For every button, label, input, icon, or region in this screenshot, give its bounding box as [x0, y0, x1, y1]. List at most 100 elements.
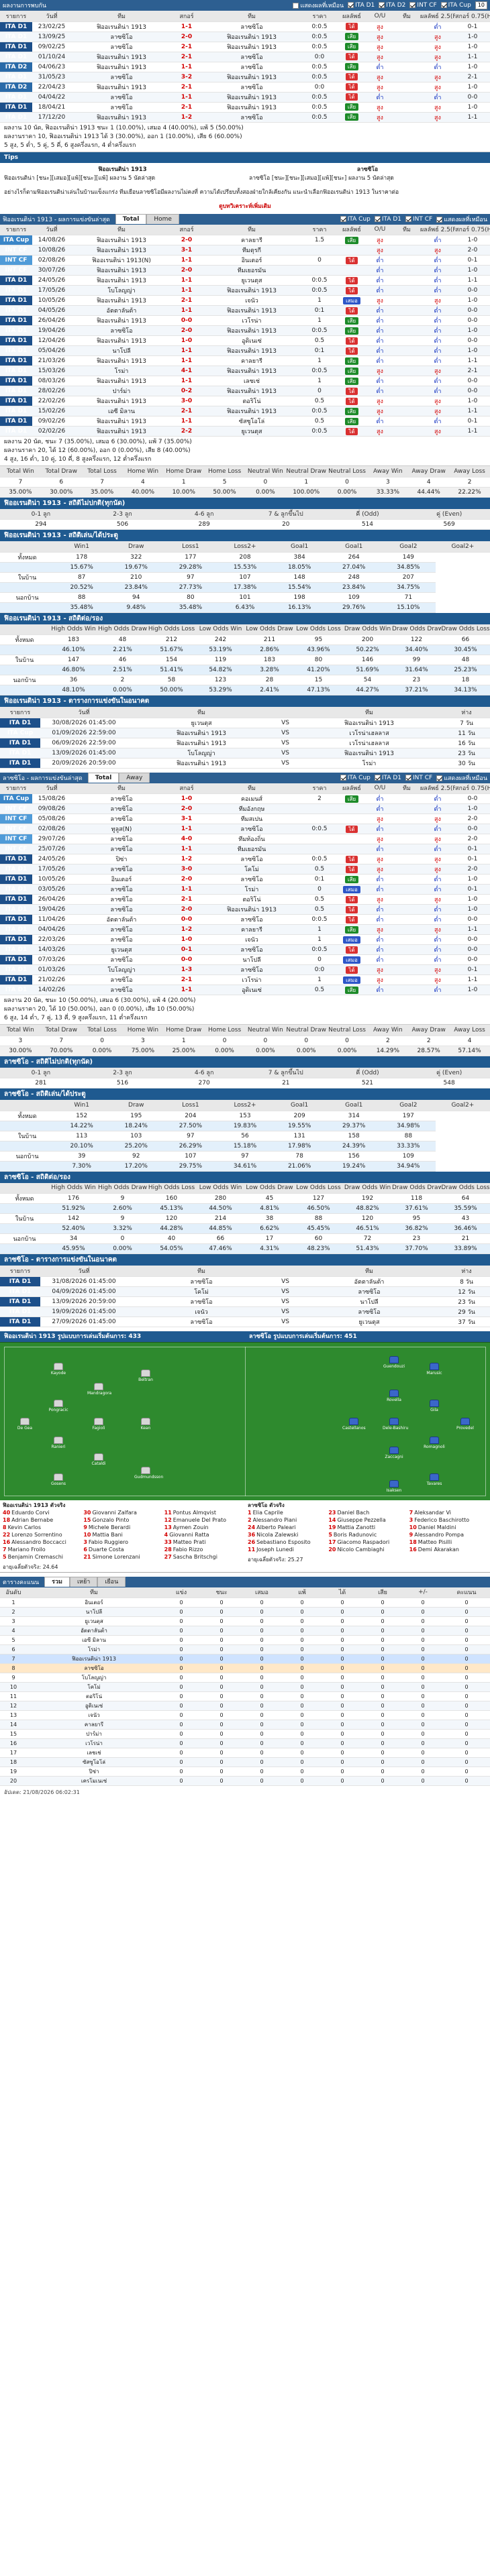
away-next-home-team[interactable]: ลาซซิโอ [128, 1317, 275, 1327]
away-next-away-team[interactable]: อัตตาลันต้า [295, 1276, 443, 1287]
away-recent-home-team[interactable]: อัตตาลันต้า [71, 914, 172, 925]
away-recent-home-team[interactable]: ลาซซิโอ [71, 904, 172, 915]
away-recent-home-team[interactable]: ลาซซิโอ [71, 834, 172, 844]
filter-ita-cup[interactable]: ITA Cup [440, 2, 471, 9]
away-player[interactable]: Zaccagni [385, 1446, 403, 1459]
lineup-home-player[interactable]: 3 Fabio Ruggiero [83, 1538, 161, 1546]
away-filter-same[interactable]: แสดงผลที่เหมือน [436, 773, 487, 783]
lineup-home-player[interactable]: 33 Matteo Prati [164, 1538, 242, 1546]
home-recent-home-team[interactable]: ฟิออเรนติน่า 1913 [71, 376, 172, 386]
lineup-home-player[interactable]: 18 Adrian Bernabe [3, 1516, 81, 1524]
away-recent-league[interactable]: ITA D1 [0, 985, 32, 995]
lineup-away-player[interactable]: 3 Federico Baschirotto [409, 1516, 487, 1524]
away-next-away-team[interactable]: ลาซซิโอ [295, 1286, 443, 1297]
away-recent-league[interactable]: ITA D1 [0, 854, 32, 864]
standings-team[interactable]: เอซี มิลาน [27, 1635, 161, 1645]
lineup-home-player[interactable]: 9 Michele Berardi [83, 1524, 161, 1531]
away-recent-away-team[interactable]: ฟิออเรนติน่า 1913 [201, 904, 302, 915]
filter-int-cf[interactable]: INT CF [409, 2, 437, 9]
home-next-home-team[interactable]: ฟิออเรนติน่า 1913 [128, 738, 275, 748]
h2h-away-team[interactable]: ลาซซิโอ [201, 21, 302, 32]
away-recent-home-team[interactable]: ลาซซิโอ [71, 934, 172, 945]
standings-team[interactable]: เลชเช่ [27, 1748, 161, 1758]
away-recent-away-team[interactable]: ทีมอังกฤษ [201, 803, 302, 814]
away-recent-away-team[interactable]: นาโปลี [201, 954, 302, 965]
home-recent-league[interactable]: ITA D1 [0, 406, 32, 416]
lineup-home-player[interactable]: 12 Emanuele Del Prato [164, 1516, 242, 1524]
home-next-home-team[interactable]: ยูเวนตุส [128, 718, 275, 728]
away-recent-away-team[interactable]: ลาซซิโอ [201, 914, 302, 925]
home-recent-home-team[interactable]: นาโปลี [71, 345, 172, 356]
lineup-home-player[interactable]: 8 Kevin Carlos [3, 1524, 81, 1531]
home-recent-league[interactable]: ITA D1 [0, 386, 32, 396]
home-player[interactable]: Gudmundsson [134, 1466, 163, 1479]
home-next-home-team[interactable]: ฟิออเรนติน่า 1913 [128, 758, 275, 769]
standings-team[interactable]: โคโม่ [27, 1682, 161, 1692]
home-recent-home-team[interactable]: โบโลญญ่า [71, 285, 172, 296]
home-recent-home-team[interactable]: ฟิออเรนติน่า 1913 [71, 235, 172, 245]
away-recent-league[interactable]: ITA D1 [0, 954, 32, 965]
lineup-away-player[interactable]: 36 Nicola Zalewski [248, 1531, 326, 1538]
home-recent-away-team[interactable]: ทีมเยอรมัน [201, 265, 302, 276]
away-next-league[interactable]: ITA D1 [0, 1306, 40, 1317]
home-recent-home-team[interactable]: ฟิออเรนติน่า 1913 [71, 335, 172, 346]
h2h-away-team[interactable]: ลาซซิโอ [201, 62, 302, 72]
away-recent-league[interactable]: ITA D1 [0, 944, 32, 955]
away-player[interactable]: Isaksen [387, 1479, 401, 1493]
home-recent-away-team[interactable]: ยูเวนตุส [201, 426, 302, 437]
lineup-away-player[interactable]: 17 Giacomo Raspadori [328, 1538, 406, 1546]
home-recent-away-team[interactable]: ฟิออเรนติน่า 1913 [201, 386, 302, 396]
home-recent-home-team[interactable]: ลาซซิโอ [71, 325, 172, 336]
home-player[interactable]: Ranieri [51, 1436, 66, 1449]
home-recent-away-team[interactable]: ฟิออเรนติน่า 1913 [201, 305, 302, 316]
home-recent-home-team[interactable]: ปาร์ม่า [71, 386, 172, 396]
lineup-home-player[interactable]: 40 Eduardo Corvi [3, 1509, 81, 1516]
home-recent-home-team[interactable]: ฟิออเรนติน่า 1913 [71, 315, 172, 326]
home-player[interactable]: Gosens [51, 1473, 66, 1486]
away-recent-away-team[interactable]: โรม่า [201, 884, 302, 895]
home-recent-league[interactable]: ITA D1 [0, 295, 32, 306]
standings-tab-home[interactable]: เหย้า [69, 1577, 98, 1587]
away-filter-cup[interactable]: ITA Cup [340, 774, 371, 781]
h2h-league[interactable]: ITA D1 [0, 42, 32, 52]
away-recent-home-team[interactable]: ลาซซิโอ [71, 954, 172, 965]
away-tab-total[interactable]: Total [87, 773, 119, 783]
lineup-away-player[interactable]: 14 Giuseppe Pezzella [328, 1516, 406, 1524]
away-next-away-team[interactable]: ลาซซิโอ [295, 1306, 443, 1317]
home-recent-league[interactable]: ITA D1 [0, 416, 32, 427]
home-recent-away-team[interactable]: ตอริโน่ [201, 396, 302, 406]
away-recent-away-team[interactable]: เจนัว [201, 934, 302, 945]
standings-tab-away[interactable]: เยือน [97, 1577, 126, 1587]
away-next-league[interactable]: ITA D1 [0, 1286, 40, 1297]
lineup-away-player[interactable]: 5 Boris Radunovic [328, 1531, 406, 1538]
h2h-away-team[interactable]: ฟิออเรนติน่า 1913 [201, 32, 302, 42]
home-recent-away-team[interactable]: ยูเวนตุส [201, 275, 302, 286]
away-next-league[interactable]: ITA D1 [0, 1317, 40, 1327]
away-recent-away-team[interactable]: ทีมท้องถิ่น [201, 834, 302, 844]
h2h-home-team[interactable]: ลาซซิโอ [71, 42, 172, 52]
lineup-home-player[interactable]: 27 Sascha Britschgi [164, 1553, 242, 1561]
home-player[interactable]: Pongracic [48, 1399, 68, 1412]
home-recent-home-team[interactable]: ฟิออเรนติน่า 1913 [71, 416, 172, 427]
h2h-home-team[interactable]: ลาซซิโอ [71, 32, 172, 42]
home-recent-home-team[interactable]: ฟิออเรนติน่า 1913 [71, 295, 172, 306]
home-filter-cf[interactable]: INT CF [405, 215, 432, 223]
home-recent-home-team[interactable]: ฟิออเรนติน่า 1913 [71, 426, 172, 437]
h2h-league[interactable]: ITA D1 [0, 72, 32, 82]
away-recent-league[interactable]: INT CF [0, 834, 32, 844]
home-recent-league[interactable]: ITA D1 [0, 325, 32, 336]
home-recent-home-team[interactable]: ฟิออเรนติน่า 1913(N) [71, 255, 172, 266]
away-recent-home-team[interactable]: ลาซซิโอ [71, 974, 172, 985]
lineup-away-player[interactable]: 18 Matteo Pisilli [409, 1538, 487, 1546]
away-recent-away-team[interactable]: ทีมสเปน [201, 814, 302, 824]
away-recent-away-team[interactable]: โคโม่ [201, 864, 302, 875]
home-recent-league[interactable]: ITA D1 [0, 315, 32, 326]
away-player[interactable]: Guendouzi [383, 1355, 405, 1369]
away-next-away-team[interactable]: ยูเวนตุส [295, 1317, 443, 1327]
away-recent-league[interactable]: ITA D1 [0, 974, 32, 985]
away-recent-away-team[interactable]: ลาซซิโอ [201, 824, 302, 834]
standings-team[interactable]: โบโลญญ่า [27, 1673, 161, 1683]
home-player[interactable]: Cataldi [91, 1453, 106, 1466]
home-next-away-team[interactable]: ฟิออเรนติน่า 1913 [295, 748, 443, 759]
home-recent-home-team[interactable]: อัตตาลันต้า [71, 305, 172, 316]
